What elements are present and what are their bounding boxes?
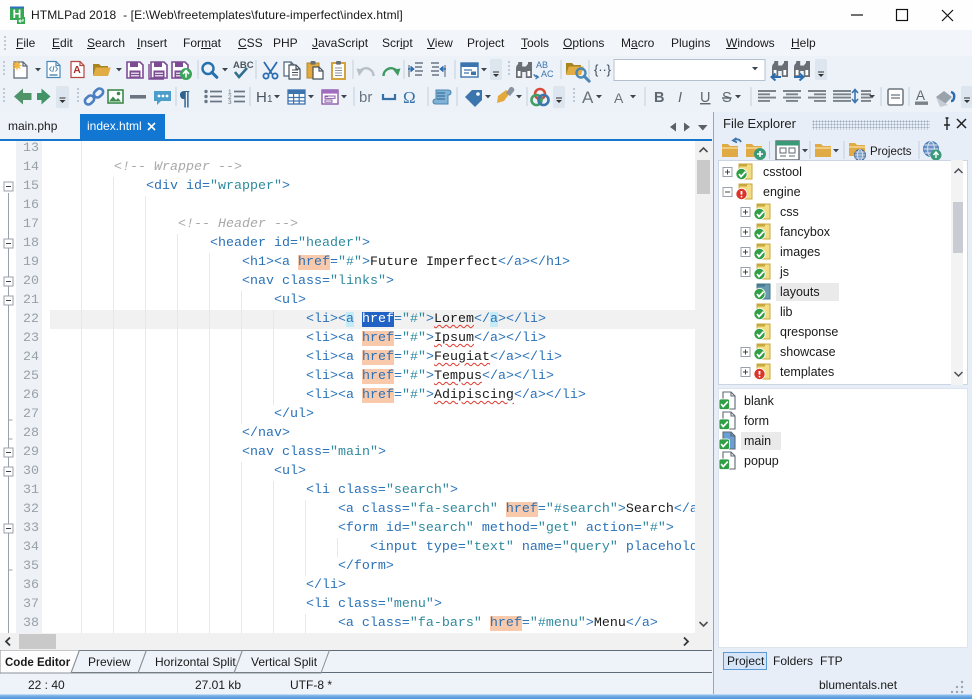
svg-text:Horizontal Split: Horizontal Split [155,655,236,669]
svg-text:lib: lib [780,305,793,319]
svg-text:Projects: Projects [870,146,912,158]
svg-text:Vertical Split: Vertical Split [251,655,318,669]
svg-text:engine: engine [763,185,801,199]
svg-text:Code Editor: Code Editor [5,657,71,669]
svg-text:br: br [359,89,372,106]
svg-text:H: H [13,7,22,21]
svg-text:I: I [678,90,682,106]
svg-text:layouts: layouts [780,285,820,299]
svg-text:csstool: csstool [763,165,802,179]
svg-text:js: js [779,265,789,279]
svg-text:1: 1 [267,94,273,105]
svg-text:A: A [73,64,81,76]
svg-text:3: 3 [228,99,232,106]
svg-text:{··}: {··} [594,62,612,77]
svg-text:S: S [722,90,732,106]
svg-text:qresponse: qresponse [780,325,838,339]
svg-text:Preview: Preview [88,655,131,669]
svg-text:AC: AC [541,69,554,79]
svg-text:main: main [744,434,771,448]
svg-text:¶: ¶ [179,86,190,110]
svg-text:Ω: Ω [403,88,416,107]
svg-text:showcase: showcase [780,345,836,359]
svg-text:fancybox: fancybox [780,225,831,239]
svg-text:A: A [582,88,594,107]
svg-text:blank: blank [744,394,775,408]
svg-text:H: H [256,89,267,106]
svg-text:B: B [654,90,664,106]
svg-text:css: css [780,205,799,219]
svg-text:A: A [614,90,624,106]
svg-text:templates: templates [780,365,834,379]
svg-text:form: form [744,414,769,428]
svg-text:popup: popup [744,454,779,468]
svg-text:U: U [700,90,710,106]
svg-text:ABC: ABC [233,60,254,71]
svg-text:images: images [780,245,820,259]
svg-text:A: A [916,88,925,103]
